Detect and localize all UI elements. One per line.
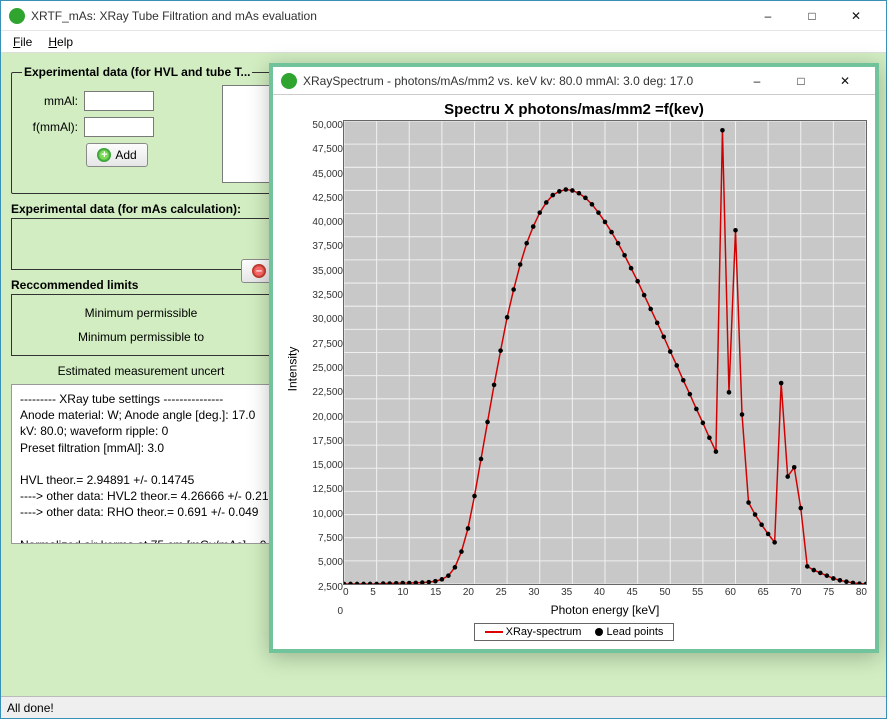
menu-file[interactable]: File <box>7 33 38 51</box>
fmmal-input[interactable] <box>84 117 154 137</box>
main-window: XRTF_mAs: XRay Tube Filtration and mAs e… <box>0 0 887 719</box>
legend-points-label: Lead points <box>607 626 664 638</box>
main-title: XRTF_mAs: XRay Tube Filtration and mAs e… <box>31 9 746 23</box>
spectrum-body: Spectru X photons/mas/mm2 =f(kev) Intens… <box>273 95 875 649</box>
chart-svg <box>344 121 866 584</box>
limits-line1: Minimum permissible <box>20 306 262 320</box>
chart-yticks: 50,00047,50045,00042,50040,00037,50035,0… <box>303 120 343 617</box>
legend-line-icon <box>485 631 503 633</box>
chart-plot-area[interactable] <box>343 120 867 585</box>
delete-icon <box>252 264 266 278</box>
chart-xlabel: Photon energy [keV] <box>343 603 867 617</box>
legend-series-label: XRay-spectrum <box>506 626 582 638</box>
app-icon <box>9 8 25 24</box>
fmmal-label: f(mmAl): <box>22 120 78 134</box>
menubar: File Help <box>1 31 886 53</box>
legend-dot-icon <box>595 628 603 636</box>
statusbar: All done! <box>1 696 886 718</box>
spectrum-titlebar: XRaySpectrum - photons/mAs/mm2 vs. keV k… <box>273 67 875 95</box>
spectrum-title: XRaySpectrum - photons/mAs/mm2 vs. keV k… <box>303 74 735 88</box>
spectrum-minimize-button[interactable]: – <box>735 66 779 96</box>
plot-wrap: Intensity 50,00047,50045,00042,50040,000… <box>281 120 867 617</box>
chart-legend: XRay-spectrum Lead points <box>474 623 675 641</box>
spectrum-close-button[interactable]: ✕ <box>823 66 867 96</box>
panel-mas <box>11 218 271 270</box>
menu-help[interactable]: Help <box>42 33 79 51</box>
status-text: All done! <box>7 701 54 715</box>
limits-line2: Minimum permissible to <box>20 330 262 344</box>
panel-limits: Minimum permissible Minimum permissible … <box>11 294 271 356</box>
close-button[interactable]: ✕ <box>834 1 878 31</box>
add-icon <box>97 148 111 162</box>
mmal-input[interactable] <box>84 91 154 111</box>
hvl-listbox[interactable] <box>222 85 270 183</box>
panel-experimental-hvl-legend: Experimental data (for HVL and tube T... <box>22 65 252 79</box>
spectrum-app-icon <box>281 73 297 89</box>
main-titlebar: XRTF_mAs: XRay Tube Filtration and mAs e… <box>1 1 886 31</box>
maximize-button[interactable]: □ <box>790 1 834 31</box>
chart-title: Spectru X photons/mas/mm2 =f(kev) <box>281 101 867 118</box>
panel-experimental-hvl: Experimental data (for HVL and tube T...… <box>11 65 281 194</box>
add-button[interactable]: Add <box>86 143 147 167</box>
chart-xticks: 05101520253035404550556065707580 <box>343 587 867 603</box>
spectrum-window: XRaySpectrum - photons/mAs/mm2 vs. keV k… <box>269 63 879 653</box>
add-button-label: Add <box>115 148 136 162</box>
spectrum-maximize-button[interactable]: □ <box>779 66 823 96</box>
mmal-label: mmAl: <box>22 94 78 108</box>
uncert-label: Estimated measurement uncert <box>11 364 271 378</box>
chart-ylabel: Intensity <box>285 346 299 391</box>
minimize-button[interactable]: – <box>746 1 790 31</box>
